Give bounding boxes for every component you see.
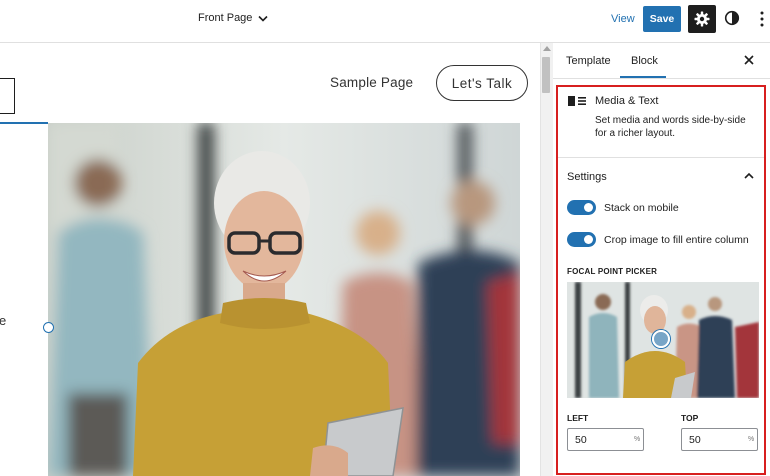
document-title-dropdown[interactable]: Front Page — [198, 12, 268, 24]
more-options-icon[interactable] — [758, 10, 766, 28]
block-description: Set media and words side-by-side for a r… — [595, 115, 746, 139]
close-icon[interactable] — [742, 53, 756, 67]
editor-canvas: Sample Page Let's Talk e — [0, 43, 540, 476]
tab-template[interactable]: Template — [566, 55, 611, 67]
view-link[interactable]: View — [611, 13, 635, 25]
crop-image-label: Crop image to fill entire column — [604, 234, 749, 246]
crop-image-toggle[interactable] — [567, 232, 596, 247]
nav-link-sample-page[interactable]: Sample Page — [330, 75, 413, 90]
media-text-icon — [568, 96, 586, 106]
media-image[interactable] — [48, 123, 520, 476]
left-input[interactable] — [567, 428, 644, 451]
left-label: LEFT — [567, 413, 589, 423]
truncated-text: e — [0, 313, 7, 328]
contrast-icon[interactable] — [724, 10, 740, 26]
panel-divider — [558, 157, 764, 158]
stack-on-mobile-toggle[interactable] — [567, 200, 596, 215]
canvas-scrollbar[interactable] — [540, 43, 553, 476]
top-input[interactable] — [681, 428, 758, 451]
top-unit: % — [748, 436, 755, 443]
sidebar-tabs: Template Block — [553, 43, 770, 79]
chevron-down-icon — [258, 15, 268, 22]
save-button[interactable]: Save — [643, 6, 681, 32]
scroll-up-arrow-icon[interactable] — [543, 46, 551, 51]
settings-panel-title[interactable]: Settings — [567, 171, 607, 183]
active-tab-indicator — [620, 76, 666, 78]
tab-block[interactable]: Block — [631, 55, 658, 67]
resize-handle[interactable] — [43, 322, 54, 333]
block-title: Media & Text — [595, 95, 659, 107]
top-label: TOP — [681, 413, 699, 423]
settings-button[interactable] — [688, 5, 716, 33]
left-unit: % — [634, 436, 641, 443]
focal-point-handle[interactable] — [652, 330, 670, 348]
block-selection-outline — [0, 122, 48, 124]
document-title: Front Page — [198, 12, 253, 24]
lets-talk-button[interactable]: Let's Talk — [436, 65, 528, 101]
office-photo — [48, 123, 520, 476]
focal-point-label: FOCAL POINT PICKER — [567, 267, 658, 276]
gear-icon — [694, 11, 710, 27]
site-logo-placeholder[interactable] — [0, 78, 15, 114]
scrollbar-thumb[interactable] — [542, 57, 550, 93]
editor-top-bar: Front Page View Save — [0, 0, 770, 43]
chevron-up-icon[interactable] — [743, 171, 755, 181]
stack-on-mobile-label: Stack on mobile — [604, 202, 679, 214]
